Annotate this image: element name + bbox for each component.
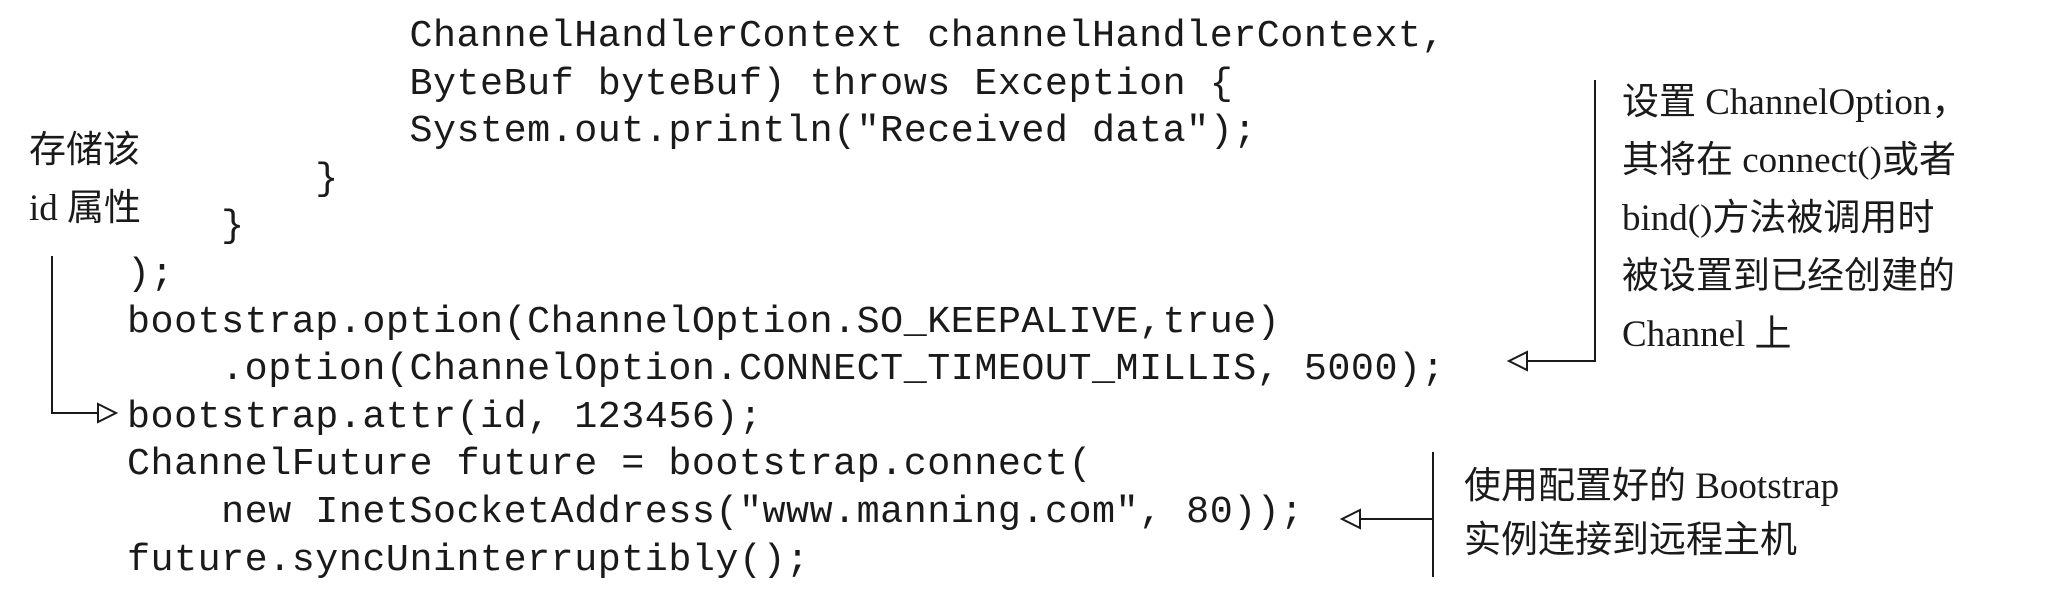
set-option-bracket	[1512, 80, 1596, 362]
store-id-bracket	[51, 256, 98, 414]
arrow-head-icon	[97, 402, 119, 424]
callout-arrows	[51, 80, 1596, 577]
arrow-head-icon	[1506, 350, 1528, 372]
arrow-head-icon	[1339, 508, 1361, 530]
